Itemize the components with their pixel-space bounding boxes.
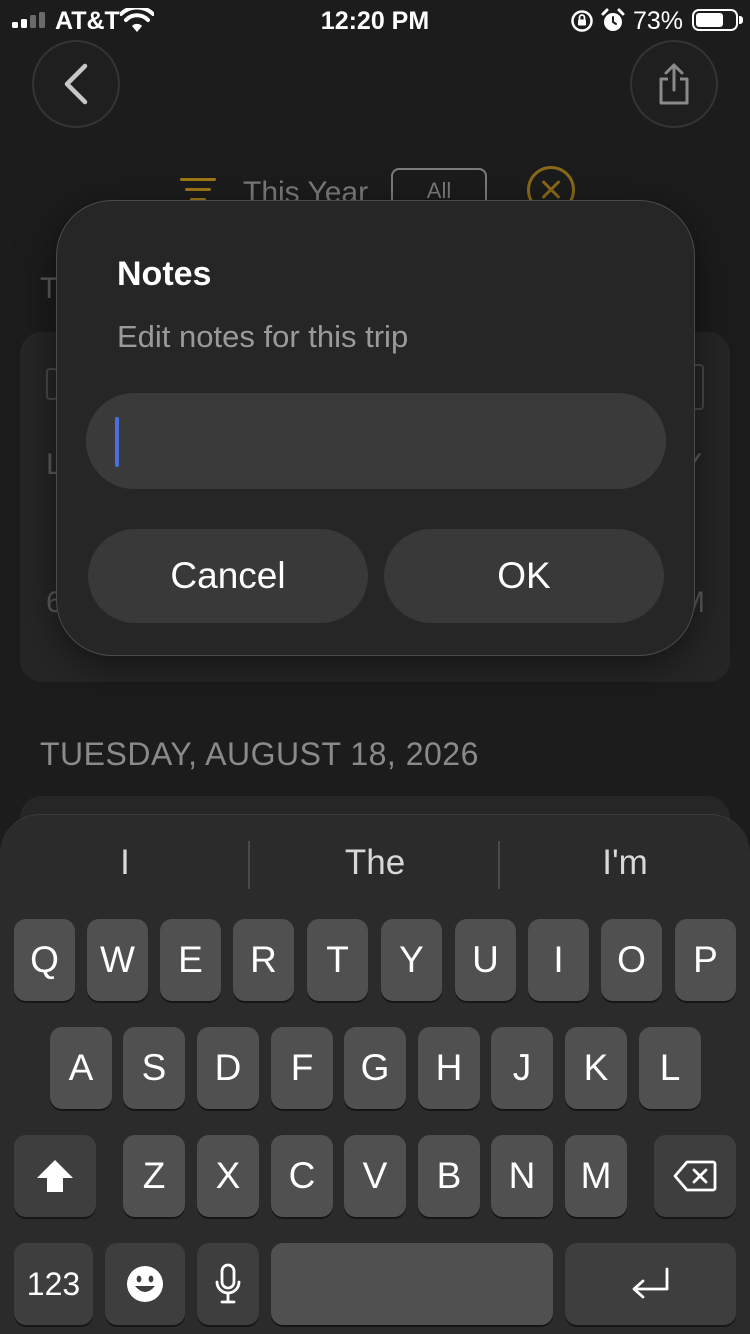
- key-z[interactable]: Z: [123, 1135, 185, 1217]
- key-i[interactable]: I: [528, 919, 589, 1001]
- key-n[interactable]: N: [491, 1135, 553, 1217]
- suggestion-1[interactable]: I: [0, 843, 250, 883]
- emoji-key[interactable]: [105, 1243, 185, 1325]
- key-y[interactable]: Y: [381, 919, 442, 1001]
- key-o[interactable]: O: [601, 919, 662, 1001]
- key-l[interactable]: L: [639, 1027, 701, 1109]
- share-icon: [659, 63, 689, 105]
- dictation-key[interactable]: [197, 1243, 259, 1325]
- share-button[interactable]: [630, 40, 718, 128]
- key-r[interactable]: R: [233, 919, 294, 1001]
- suggestion-2[interactable]: The: [250, 843, 500, 883]
- key-x[interactable]: X: [197, 1135, 259, 1217]
- dialog-message: Edit notes for this trip: [117, 319, 409, 354]
- notes-dialog: Notes Edit notes for this trip Cancel OK: [56, 200, 695, 656]
- cancel-button[interactable]: Cancel: [88, 529, 368, 623]
- status-bar: AT&T 12:20 PM 73%: [0, 0, 750, 42]
- orientation-lock-icon: [571, 10, 593, 32]
- microphone-icon: [215, 1263, 241, 1304]
- shift-icon: [37, 1160, 73, 1192]
- notes-input[interactable]: [86, 393, 666, 489]
- battery-icon: [692, 9, 743, 31]
- return-key[interactable]: [565, 1243, 736, 1325]
- space-key[interactable]: [271, 1243, 553, 1325]
- key-q[interactable]: Q: [14, 919, 75, 1001]
- alarm-icon: [601, 8, 625, 31]
- numbers-key[interactable]: 123: [14, 1243, 93, 1325]
- shift-key[interactable]: [14, 1135, 96, 1217]
- key-g[interactable]: G: [344, 1027, 406, 1109]
- text-cursor: [115, 417, 119, 467]
- date-section-header: TUESDAY, AUGUST 18, 2026: [40, 736, 479, 772]
- key-v[interactable]: V: [344, 1135, 406, 1217]
- ok-button[interactable]: OK: [384, 529, 664, 623]
- key-m[interactable]: M: [565, 1135, 627, 1217]
- key-f[interactable]: F: [271, 1027, 333, 1109]
- key-s[interactable]: S: [123, 1027, 185, 1109]
- key-k[interactable]: K: [565, 1027, 627, 1109]
- backspace-key[interactable]: [654, 1135, 736, 1217]
- key-e[interactable]: E: [160, 919, 221, 1001]
- dialog-title: Notes: [117, 255, 212, 293]
- keyboard: I The I'm Q W E R T Y U I O P A S D F G …: [0, 814, 750, 1334]
- suggestion-3[interactable]: I'm: [500, 843, 750, 883]
- return-icon: [632, 1267, 668, 1299]
- key-w[interactable]: W: [87, 919, 148, 1001]
- backspace-icon: [673, 1160, 717, 1192]
- emoji-icon: [127, 1266, 163, 1302]
- key-t[interactable]: T: [307, 919, 368, 1001]
- key-h[interactable]: H: [418, 1027, 480, 1109]
- key-p[interactable]: P: [675, 919, 736, 1001]
- key-j[interactable]: J: [491, 1027, 553, 1109]
- key-u[interactable]: U: [455, 919, 516, 1001]
- key-c[interactable]: C: [271, 1135, 333, 1217]
- back-button[interactable]: [32, 40, 120, 128]
- key-a[interactable]: A: [50, 1027, 112, 1109]
- battery-percent: 73%: [633, 7, 684, 35]
- key-d[interactable]: D: [197, 1027, 259, 1109]
- key-b[interactable]: B: [418, 1135, 480, 1217]
- chevron-left-icon: [64, 63, 88, 105]
